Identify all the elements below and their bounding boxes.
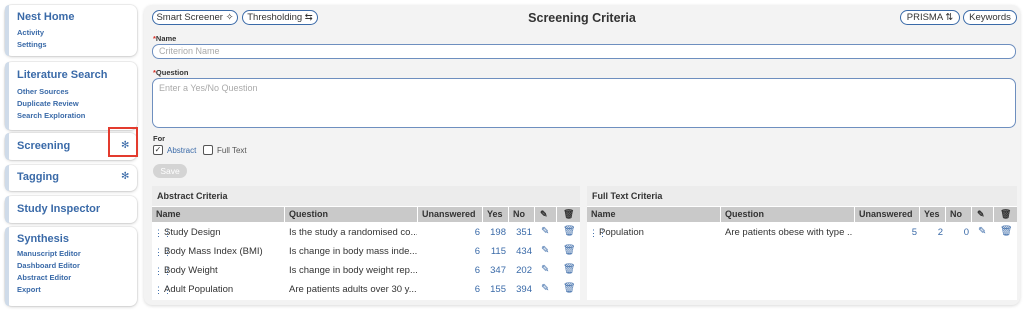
row-yes[interactable]: 155: [483, 284, 506, 295]
nest-home-link[interactable]: Nest Home: [17, 11, 74, 23]
abstract-criteria-table: Abstract Criteria Name Question Unanswer…: [152, 186, 580, 300]
fulltext-checkbox[interactable]: [203, 145, 213, 155]
other-sources-link[interactable]: Other Sources: [17, 87, 69, 96]
col-yes[interactable]: Yes: [920, 207, 945, 222]
row-yes[interactable]: 115: [483, 246, 506, 257]
keywords-button[interactable]: Keywords: [963, 10, 1017, 25]
fulltext-criteria-title: Full Text Criteria: [592, 191, 663, 201]
pencil-icon[interactable]: ✎: [541, 245, 549, 256]
row-yes[interactable]: 198: [483, 227, 506, 238]
row-unanswered[interactable]: 6: [418, 246, 480, 257]
screening-criteria-panel: Smart Screener ✧ Thresholding ⇆ Screenin…: [144, 5, 1020, 305]
row-no[interactable]: 394: [509, 284, 532, 295]
gear-icon[interactable]: ✻: [121, 171, 129, 182]
col-yes[interactable]: Yes: [483, 207, 508, 222]
duplicate-review-link[interactable]: Duplicate Review: [17, 99, 79, 108]
manuscript-editor-link[interactable]: Manuscript Editor: [17, 249, 81, 258]
row-question: Are patients adults over 30 y...: [289, 284, 417, 295]
row-name: Adult Population: [164, 284, 234, 295]
tagging-card[interactable]: Tagging ✻: [5, 165, 137, 191]
literature-search-card: Literature Search Other Sources Duplicat…: [5, 62, 137, 130]
study-inspector-link[interactable]: Study Inspector: [17, 203, 100, 215]
pencil-icon[interactable]: ✎: [541, 283, 549, 294]
fulltext-checkbox-label: Full Text: [217, 146, 247, 155]
col-question[interactable]: Question: [285, 207, 417, 222]
literature-search-link[interactable]: Literature Search: [17, 69, 107, 81]
row-name: Body Mass Index (BMI): [164, 246, 263, 257]
tagging-link[interactable]: Tagging: [17, 171, 59, 183]
nest-home-card: Nest Home Activity Settings: [5, 5, 137, 56]
abstract-checkbox-label: Abstract: [167, 146, 197, 155]
col-question[interactable]: Question: [721, 207, 854, 222]
pencil-icon[interactable]: ✎: [978, 226, 986, 237]
col-no[interactable]: No: [509, 207, 534, 222]
row-yes[interactable]: 2: [920, 227, 943, 238]
search-exploration-link[interactable]: Search Exploration: [17, 111, 85, 120]
row-name: Study Design: [164, 227, 221, 238]
activity-link[interactable]: Activity: [17, 28, 44, 37]
row-no[interactable]: 351: [509, 227, 532, 238]
row-question: Is change in body weight rep...: [289, 265, 417, 276]
row-question: Is change in body mass inde...: [289, 246, 417, 257]
prisma-button[interactable]: PRISMA ⇅: [900, 10, 960, 25]
col-unanswered[interactable]: Unanswered: [855, 207, 919, 222]
row-no[interactable]: 0: [946, 227, 969, 238]
row-name: Body Weight: [164, 265, 218, 276]
trash-icon[interactable]: 🗑: [563, 245, 576, 256]
trash-icon[interactable]: 🗑: [563, 264, 576, 275]
screening-link[interactable]: Screening: [17, 140, 70, 152]
row-unanswered[interactable]: 6: [418, 265, 480, 276]
question-input[interactable]: Enter a Yes/No Question: [152, 78, 1016, 128]
row-unanswered[interactable]: 5: [855, 227, 917, 238]
settings-link[interactable]: Settings: [17, 40, 47, 49]
row-unanswered[interactable]: 6: [418, 284, 480, 295]
criterion-name-input[interactable]: Criterion Name: [152, 44, 1016, 59]
synthesis-link[interactable]: Synthesis: [17, 233, 69, 245]
pencil-icon: ✎: [972, 207, 993, 222]
study-inspector-card[interactable]: Study Inspector: [5, 196, 137, 223]
page-title: Screening Criteria: [528, 11, 636, 25]
export-link[interactable]: Export: [17, 285, 41, 294]
col-no[interactable]: No: [946, 207, 971, 222]
for-label: For: [153, 134, 166, 143]
highlight-box: [108, 127, 138, 157]
name-label: *Name: [153, 34, 177, 43]
pencil-icon: ✎: [535, 207, 556, 222]
question-label: *Question: [153, 68, 189, 77]
row-yes[interactable]: 347: [483, 265, 506, 276]
col-name[interactable]: Name: [152, 207, 284, 222]
row-no[interactable]: 434: [509, 246, 532, 257]
col-unanswered[interactable]: Unanswered: [418, 207, 482, 222]
trash-icon[interactable]: 🗑: [1000, 226, 1013, 237]
synthesis-card: Synthesis Manuscript Editor Dashboard Ed…: [5, 227, 137, 306]
fulltext-criteria-table: Full Text Criteria Name Question Unanswe…: [587, 186, 1017, 300]
row-question: Is the study a randomised co...: [289, 227, 417, 238]
abstract-editor-link[interactable]: Abstract Editor: [17, 273, 71, 282]
row-name: Population: [599, 227, 644, 238]
trash-icon: 🗑: [994, 207, 1017, 222]
pencil-icon[interactable]: ✎: [541, 264, 549, 275]
dashboard-editor-link[interactable]: Dashboard Editor: [17, 261, 80, 270]
save-button[interactable]: Save: [153, 164, 187, 178]
row-unanswered[interactable]: 6: [418, 227, 480, 238]
abstract-checkbox[interactable]: ✓: [153, 145, 163, 155]
pencil-icon[interactable]: ✎: [541, 226, 549, 237]
trash-icon: 🗑: [557, 207, 580, 222]
row-no[interactable]: 202: [509, 265, 532, 276]
trash-icon[interactable]: 🗑: [563, 226, 576, 237]
abstract-criteria-title: Abstract Criteria: [157, 191, 228, 201]
row-question: Are patients obese with type ...: [725, 227, 853, 238]
trash-icon[interactable]: 🗑: [563, 283, 576, 294]
col-name[interactable]: Name: [587, 207, 720, 222]
